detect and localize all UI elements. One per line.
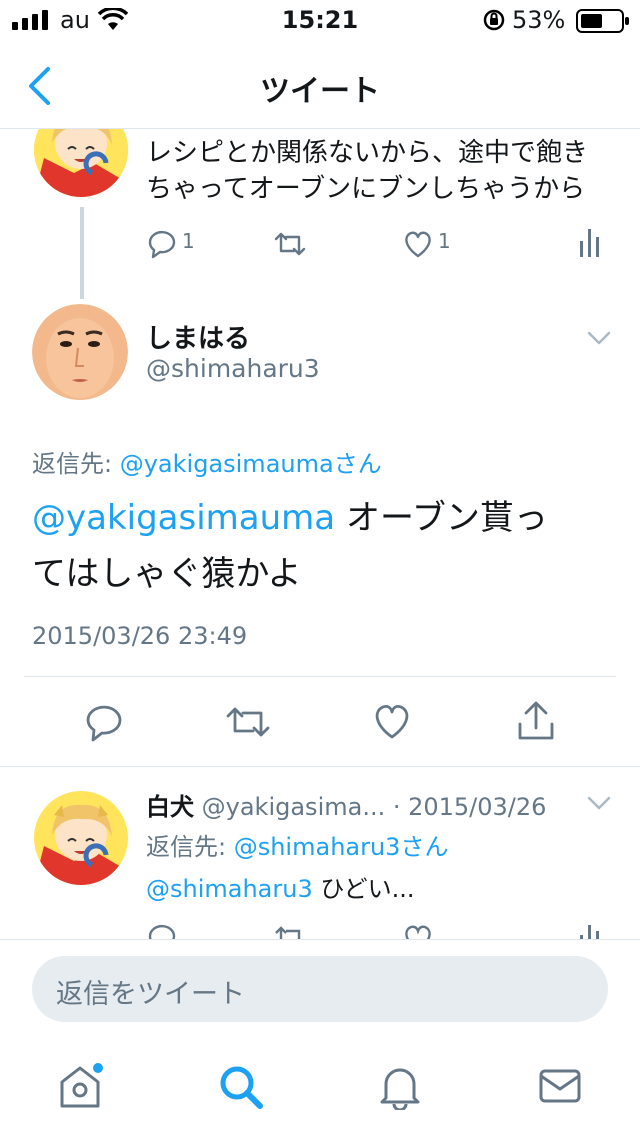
tweet-actions: 1 1: [146, 225, 616, 265]
tweet-date: · 2015/03/26: [392, 793, 547, 821]
tab-bar: [0, 1046, 640, 1136]
like-icon[interactable]: [372, 702, 412, 740]
main-tweet: しまはる @shimaharu3 返信先: @yakigasimaumaさん @…: [0, 300, 640, 766]
reply-to: 返信先: @shimaharu3さん: [146, 833, 449, 861]
notification-dot: [93, 1063, 103, 1073]
analytics-icon[interactable]: [578, 225, 602, 259]
tweet-text: レシピとか関係ないから、途中で飽き ちゃってオーブンにブンしちゃうから: [146, 138, 589, 204]
thread-line: [80, 207, 84, 299]
mention-link[interactable]: @shimaharu3: [146, 875, 313, 903]
mention-link[interactable]: @yakigasimauma: [32, 498, 335, 538]
share-icon[interactable]: [516, 700, 556, 742]
divider: [24, 676, 616, 677]
like-icon[interactable]: [402, 923, 434, 939]
retweet-icon[interactable]: [272, 229, 308, 259]
notifications-bell-icon[interactable]: [378, 1062, 422, 1110]
search-icon[interactable]: [218, 1064, 264, 1110]
analytics-icon[interactable]: [578, 923, 602, 939]
avatar[interactable]: [34, 129, 128, 197]
avatar[interactable]: [32, 304, 128, 400]
chevron-down-icon[interactable]: [586, 330, 612, 346]
page-title: ツイート: [260, 74, 380, 109]
messages-icon[interactable]: [538, 1068, 582, 1104]
divider: [0, 939, 640, 940]
nav-bar: ツイート: [0, 44, 640, 129]
tweet-text: @yakigasimauma オーブン貰っ てはしゃぐ猿かよ: [32, 498, 548, 594]
reply-input[interactable]: 返信をツイート: [32, 956, 608, 1022]
tweet-actions: [146, 923, 616, 939]
reply-icon[interactable]: [146, 229, 178, 259]
avatar[interactable]: [34, 791, 128, 885]
retweet-icon[interactable]: [224, 704, 272, 740]
retweet-icon[interactable]: [272, 923, 308, 939]
like-count: 1: [438, 229, 451, 253]
chevron-down-icon[interactable]: [586, 795, 612, 811]
home-icon[interactable]: [58, 1062, 108, 1110]
reply-count: 1: [182, 229, 195, 253]
battery-percent: 53%: [512, 6, 566, 34]
user-handle[interactable]: @yakigasima...: [202, 793, 386, 821]
reply-to: 返信先: @yakigasimaumaさん: [32, 450, 382, 478]
reply-icon[interactable]: [84, 702, 124, 742]
tweet-actions: [0, 700, 640, 744]
reply-to-user-link[interactable]: @shimaharu3さん: [234, 833, 449, 861]
display-name[interactable]: しまはる: [146, 318, 250, 355]
tweet-timestamp[interactable]: 2015/03/26 23:49: [32, 622, 247, 650]
reply-input-placeholder: 返信をツイート: [56, 979, 245, 1010]
like-icon[interactable]: [402, 229, 434, 259]
orientation-lock-icon: [483, 9, 505, 31]
reply-to-user-link[interactable]: @yakigasimaumaさん: [120, 450, 382, 478]
tweet-header: 白犬 @yakigasima... · 2015/03/26: [146, 787, 546, 822]
battery-icon: [576, 9, 629, 33]
display-name[interactable]: 白犬: [146, 793, 194, 821]
reply-tweet[interactable]: 白犬 @yakigasima... · 2015/03/26 返信先: @shi…: [0, 767, 640, 939]
reply-icon[interactable]: [146, 923, 178, 939]
parent-tweet[interactable]: レシピとか関係ないから、途中で飽き ちゃってオーブンにブンしちゃうから 1 1: [0, 129, 640, 299]
tweet-text: @shimaharu3 ひどい...: [146, 875, 415, 903]
status-bar: au 15:21 53%: [0, 0, 640, 40]
user-handle[interactable]: @shimaharu3: [146, 354, 320, 383]
